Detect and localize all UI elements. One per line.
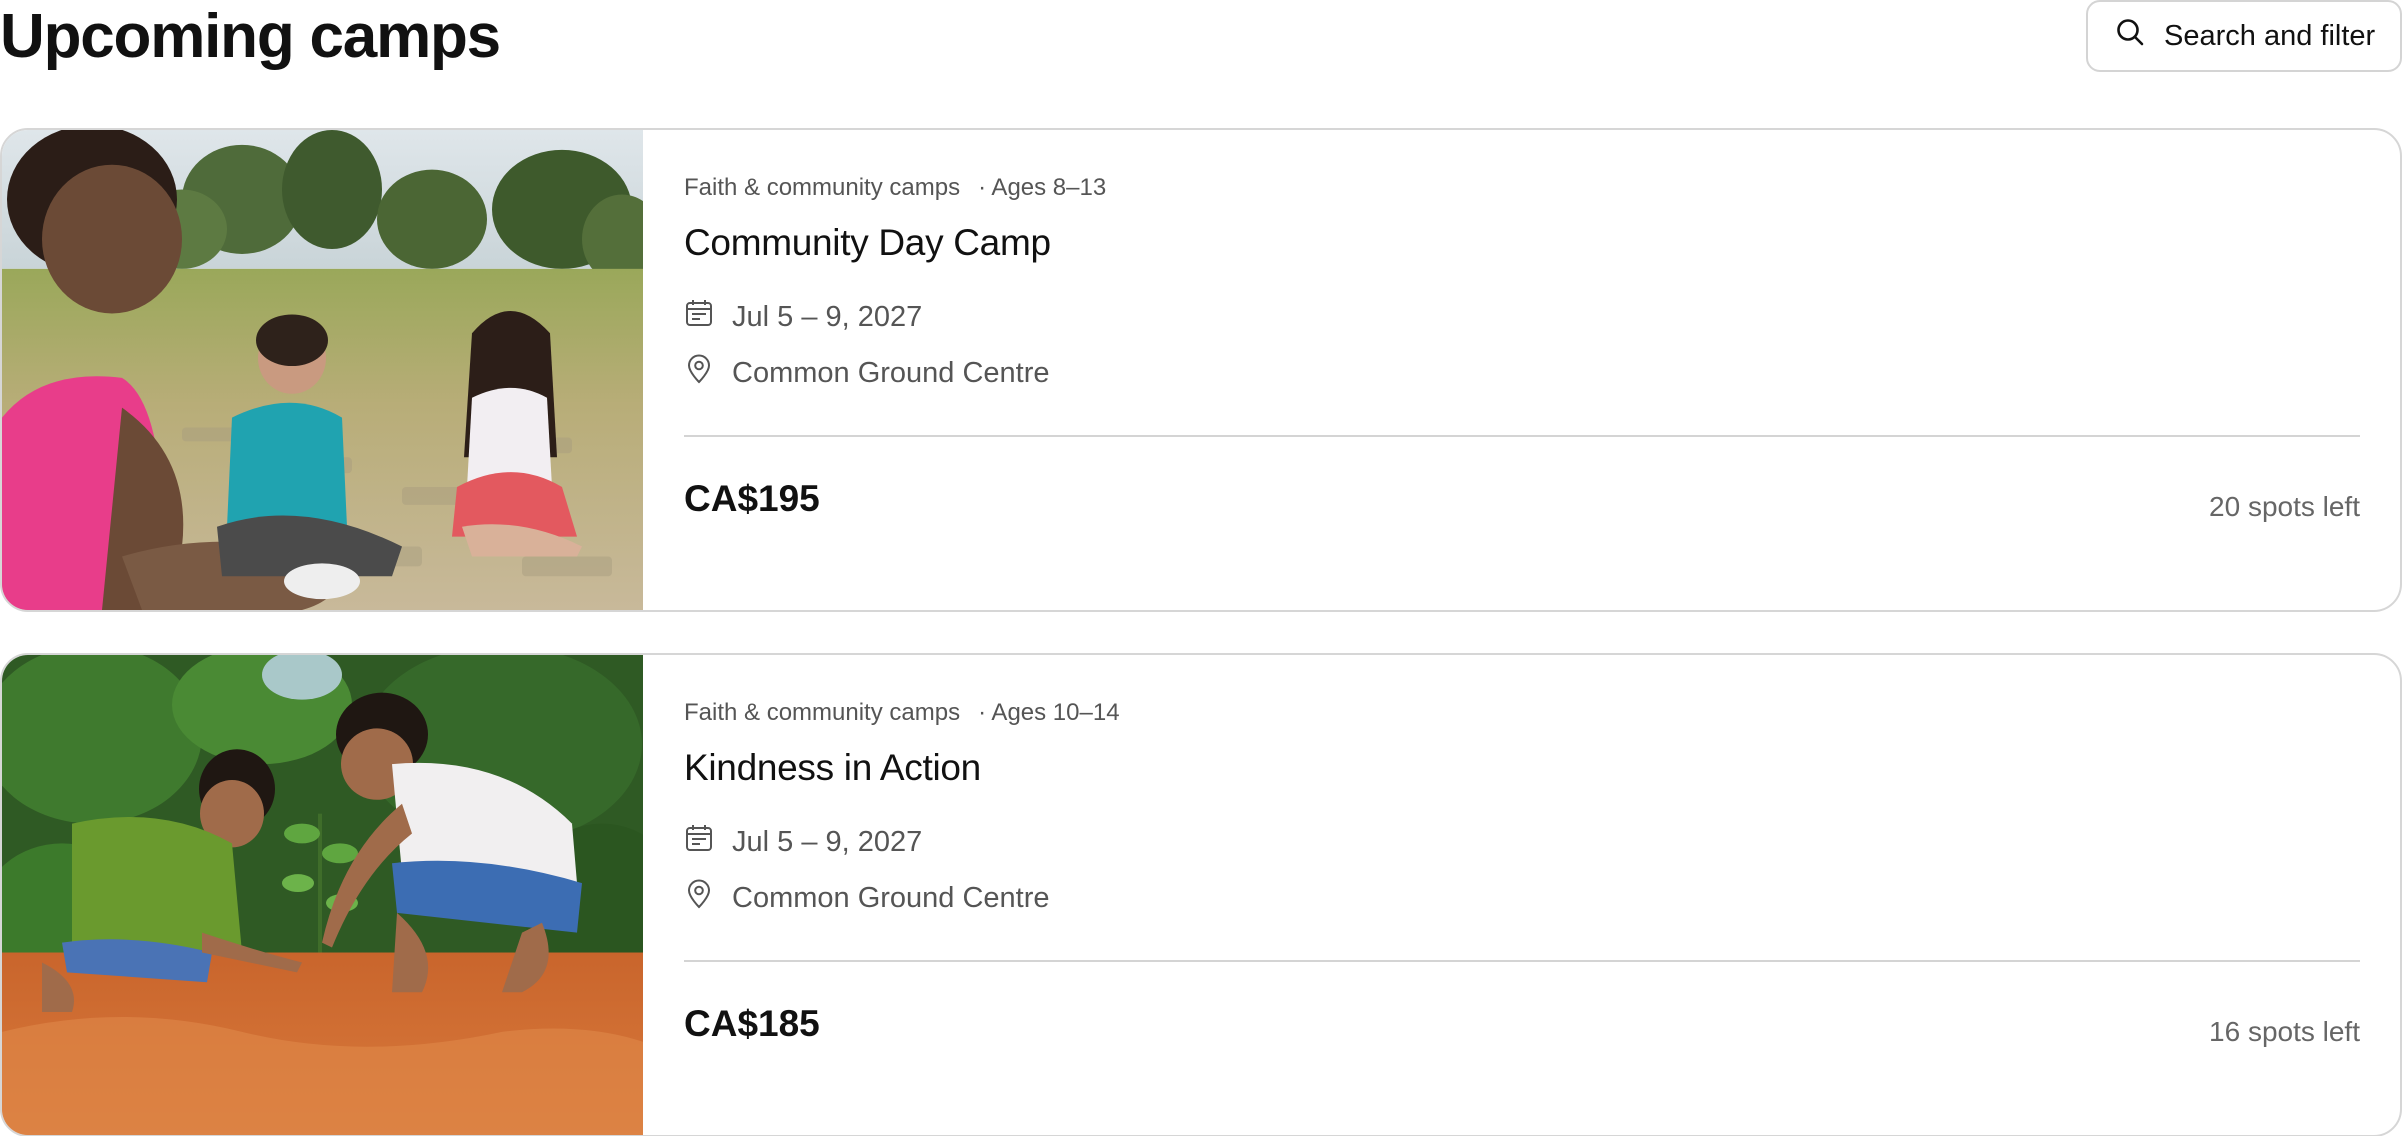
camp-location: Common Ground Centre bbox=[732, 881, 1050, 914]
camp-meta: Faith & community camps · Ages 8–13 bbox=[684, 174, 1106, 202]
camp-price: CA$185 bbox=[684, 1003, 820, 1044]
camp-image-children-planting-tree bbox=[2, 655, 643, 1135]
spots-left: 16 spots left bbox=[2209, 1016, 2360, 1047]
location-pin-icon bbox=[684, 354, 714, 392]
camp-ages: · Ages 10–14 bbox=[978, 699, 1120, 726]
camp-card[interactable]: Faith & community camps · Ages 10–14 Kind… bbox=[0, 653, 2402, 1136]
search-and-filter-button[interactable]: Search and filter bbox=[2086, 0, 2402, 72]
card-divider bbox=[684, 435, 2360, 437]
camp-location-row: Common Ground Centre bbox=[684, 879, 1050, 917]
card-divider bbox=[684, 960, 2360, 962]
camp-card-body: Faith & community camps · Ages 8–13 Commu… bbox=[684, 130, 2360, 610]
camp-price: CA$195 bbox=[684, 478, 820, 519]
location-pin-icon bbox=[684, 879, 714, 917]
camp-ages: · Ages 8–13 bbox=[978, 174, 1107, 201]
page-title: Upcoming camps bbox=[0, 2, 501, 71]
camp-dates-row: Jul 5 – 9, 2027 bbox=[684, 823, 922, 861]
camp-category: Faith & community camps bbox=[684, 174, 961, 201]
camp-image-children-sitting-on-grass bbox=[2, 130, 643, 610]
camp-dates: Jul 5 – 9, 2027 bbox=[732, 825, 923, 858]
camp-category: Faith & community camps bbox=[684, 699, 961, 726]
spots-left: 20 spots left bbox=[2209, 491, 2360, 522]
camp-title[interactable]: Community Day Camp bbox=[684, 222, 1051, 264]
camp-location: Common Ground Centre bbox=[732, 356, 1050, 389]
camp-location-row: Common Ground Centre bbox=[684, 354, 1050, 392]
search-icon bbox=[2114, 16, 2146, 56]
camp-card-body: Faith & community camps · Ages 10–14 Kind… bbox=[684, 655, 2360, 1135]
camp-title[interactable]: Kindness in Action bbox=[684, 747, 981, 789]
camp-dates-row: Jul 5 – 9, 2027 bbox=[684, 298, 922, 336]
camp-dates: Jul 5 – 9, 2027 bbox=[732, 300, 923, 333]
camp-meta: Faith & community camps · Ages 10–14 bbox=[684, 699, 1120, 727]
camp-card[interactable]: Faith & community camps · Ages 8–13 Commu… bbox=[0, 128, 2402, 612]
search-and-filter-label: Search and filter bbox=[2164, 19, 2376, 52]
page: Upcoming camps Search and filter Faith &… bbox=[0, 0, 2402, 1136]
calendar-icon bbox=[684, 298, 714, 336]
calendar-icon bbox=[684, 823, 714, 861]
